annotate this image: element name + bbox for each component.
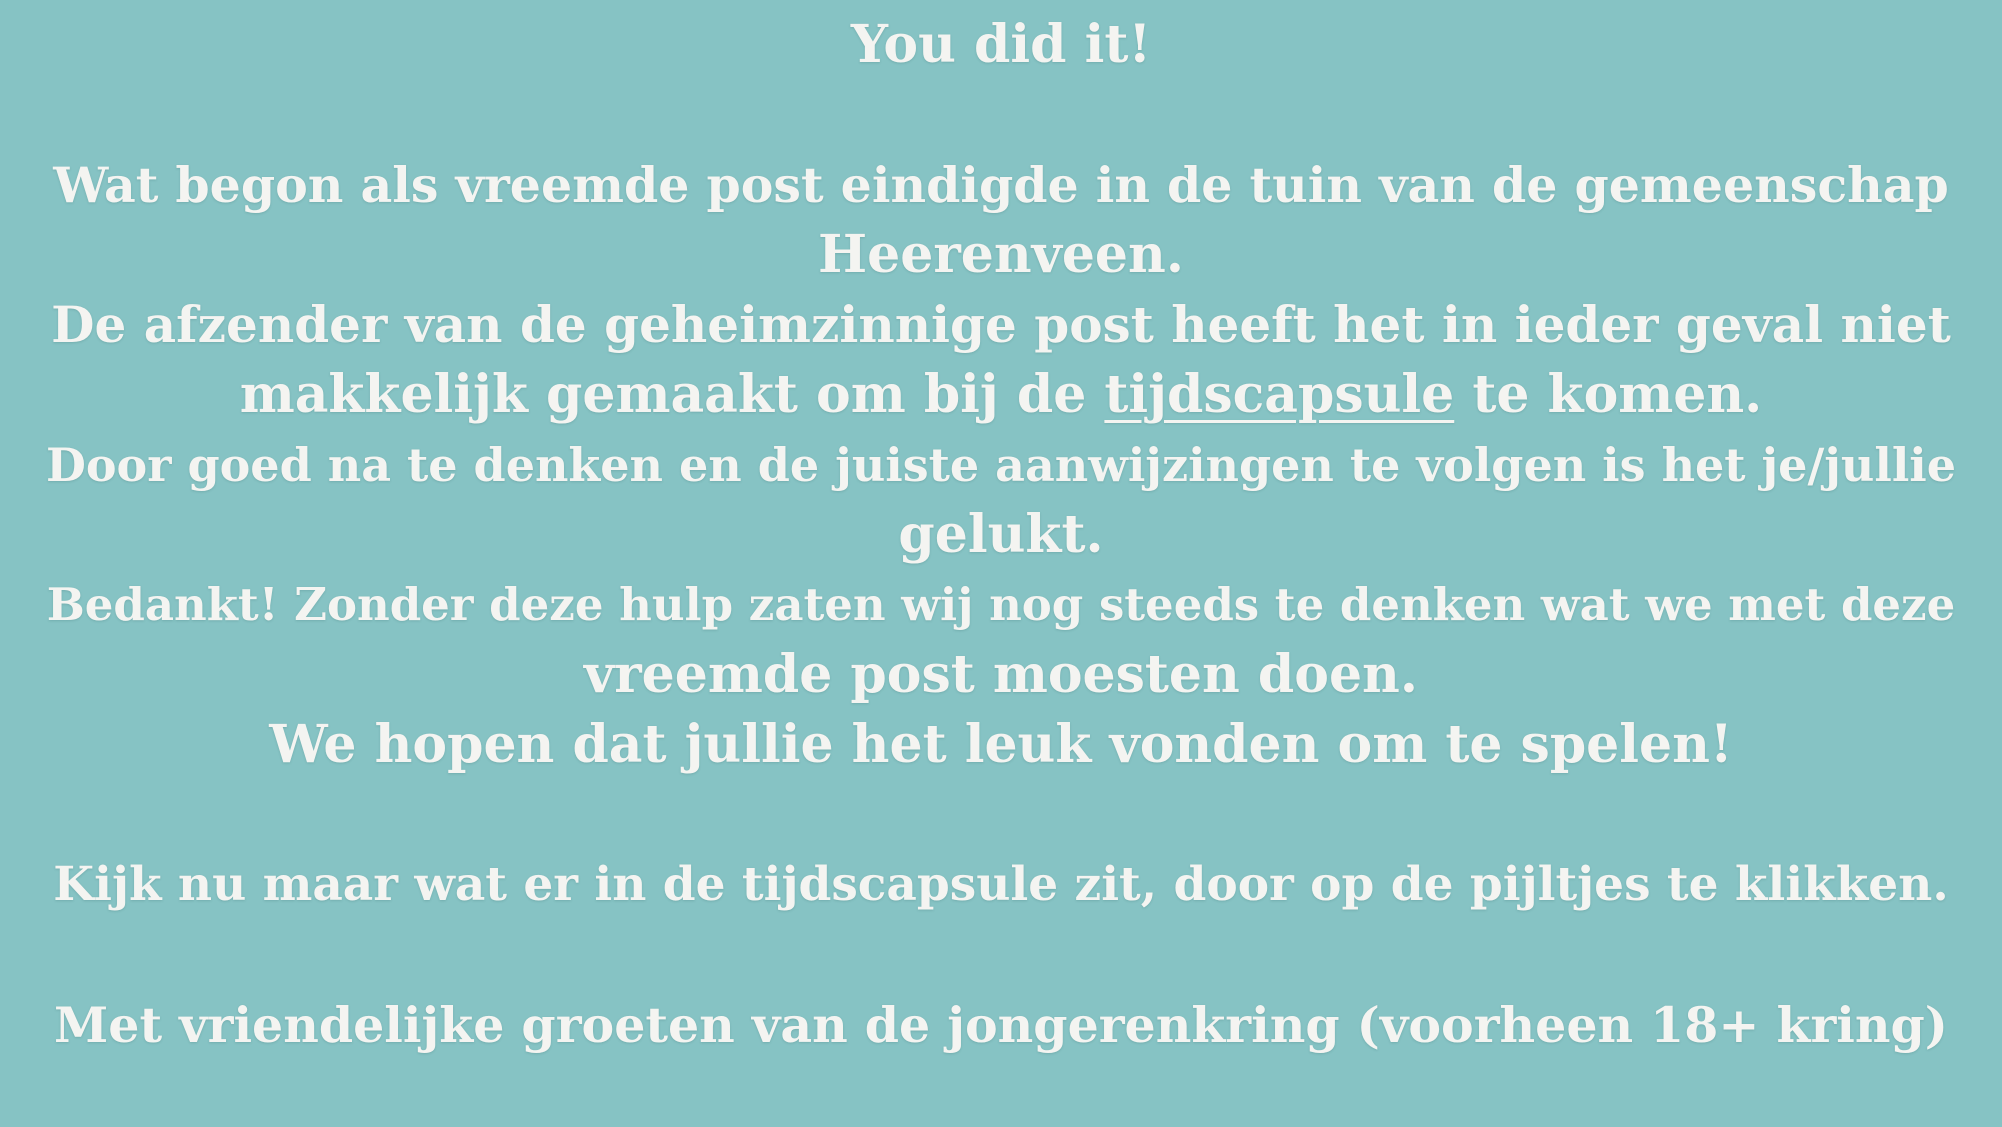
paragraph-line: Door goed na te denken en de juiste aanw… xyxy=(45,438,1957,492)
paragraph-line: De afzender van de geheimzinnige post he… xyxy=(51,295,1951,354)
title: You did it! xyxy=(850,14,1152,75)
paragraph-line: Wat begon als vreemde post eindigde in d… xyxy=(53,156,1949,214)
text-fragment: makkelijk gemaakt om bij de xyxy=(239,364,1105,425)
text-fragment: te komen. xyxy=(1454,364,1763,425)
instruction-text: Kijk nu maar wat er in de tijdscapsule z… xyxy=(53,857,1949,912)
paragraph-line: We hopen dat jullie het leuk vonden om t… xyxy=(269,714,1733,775)
closing-text: Met vriendelijke groeten van de jongeren… xyxy=(54,996,1948,1054)
paragraph-line: gelukt. xyxy=(898,504,1104,565)
paragraph-line: Heerenveen. xyxy=(818,224,1184,285)
tijdscapsule-link[interactable]: tijdscapsule xyxy=(1104,364,1454,425)
paragraph-line: Bedankt! Zonder deze hulp zaten wij nog … xyxy=(46,578,1956,631)
paragraph-line: vreemde post moesten doen. xyxy=(584,644,1418,705)
paragraph-line-with-link: makkelijk gemaakt om bij de tijdscapsule… xyxy=(36,360,1966,430)
message-slide: You did it! Wat begon als vreemde post e… xyxy=(0,0,2002,1127)
